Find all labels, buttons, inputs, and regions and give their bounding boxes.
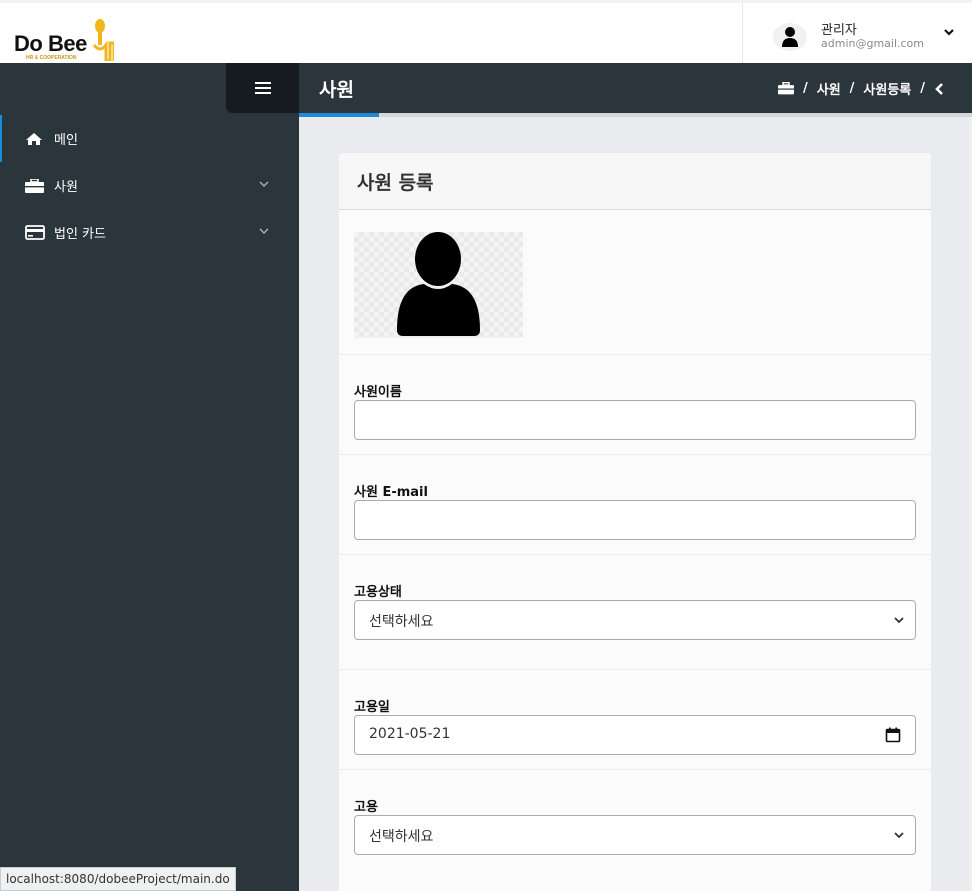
employment-label: 고용 [354,800,378,815]
email-input[interactable] [354,500,916,540]
hire-date-label: 고용일 [354,700,390,715]
status-field-group: 고용상태 선택하세요 [339,555,931,670]
employment-selected-value: 선택하세요 [369,829,434,845]
breadcrumb-item-register[interactable]: 사원등록 [863,79,911,98]
sidebar-item-employee[interactable]: 사원 [0,162,299,209]
user-name: 관리자 [821,23,857,38]
user-icon [773,23,807,51]
sidebar-item-label: 법인 카드 [54,227,106,242]
employee-register-card: 사원 등록 사원이름 사원 E-mail 고용상태 선택하세요 고용일 2021… [339,153,931,891]
sidebar-nav: 메인 사원 법인 카드 [0,115,299,256]
sidebar: 메인 사원 법인 카드 [0,63,299,891]
logo-wordmark: Do Bee [14,31,87,56]
email-label: 사원 E-mail [354,485,428,500]
name-field-group: 사원이름 [339,355,931,455]
credit-card-icon [25,225,47,241]
hire-date-input[interactable]: 2021-05-21 [354,715,916,755]
hamburger-icon [254,82,271,94]
sidebar-item-label: 메인 [54,133,78,148]
page-title: 사원 [319,79,354,101]
sidebar-item-main[interactable]: 메인 [0,115,299,162]
calendar-icon[interactable] [885,727,901,743]
employee-photo[interactable] [354,232,523,338]
browser-status-url: localhost:8080/dobeeProject/main.do [0,867,236,891]
breadcrumb-item-employee[interactable]: 사원 [817,79,841,98]
chevron-down-icon [259,228,269,234]
photo-section [339,210,931,355]
briefcase-icon[interactable] [777,82,794,95]
hire-date-value: 2021-05-21 [369,726,451,742]
hire-date-field-group: 고용일 2021-05-21 [339,670,931,770]
employment-field-group: 고용 선택하세요 [339,770,931,890]
chevron-down-icon [894,832,904,839]
microphone-logo-icon [92,19,114,61]
status-select[interactable]: 선택하세요 [354,600,916,640]
briefcase-icon [25,178,47,194]
home-icon [25,131,47,147]
main-content: 사원 등록 사원이름 사원 E-mail 고용상태 선택하세요 고용일 2021… [299,117,972,891]
status-selected-value: 선택하세요 [369,614,434,630]
breadcrumb-separator: / [920,81,925,96]
breadcrumb-separator: / [849,81,855,96]
breadcrumb: / 사원 / 사원등록 / [777,79,944,98]
user-menu[interactable]: 관리자 admin@gmail.com [742,3,972,63]
user-silhouette-icon [397,232,480,336]
breadcrumb-separator: / [802,81,808,96]
email-field-group: 사원 E-mail [339,455,931,555]
content-header: 사원 / 사원 / 사원등록 / [299,63,972,113]
chevron-down-icon [259,181,269,187]
sidebar-item-corporate-card[interactable]: 법인 카드 [0,209,299,256]
employment-select[interactable]: 선택하세요 [354,815,916,855]
sidebar-item-label: 사원 [54,180,78,195]
chevron-left-icon[interactable] [934,82,944,96]
chevron-down-icon [894,617,904,624]
logo-subtitle: HR & COOPERATION [26,55,77,61]
chevron-down-icon[interactable] [943,27,955,37]
top-header: Do Bee HR & COOPERATION 관리자 admin@gmail.… [0,0,972,63]
sidebar-toggle-button[interactable] [226,63,299,113]
status-label: 고용상태 [354,585,402,600]
name-label: 사원이름 [354,385,402,400]
name-input[interactable] [354,400,916,440]
card-title: 사원 등록 [339,153,931,210]
user-email: admin@gmail.com [821,37,925,50]
dobee-logo[interactable]: Do Bee HR & COOPERATION [14,15,114,61]
